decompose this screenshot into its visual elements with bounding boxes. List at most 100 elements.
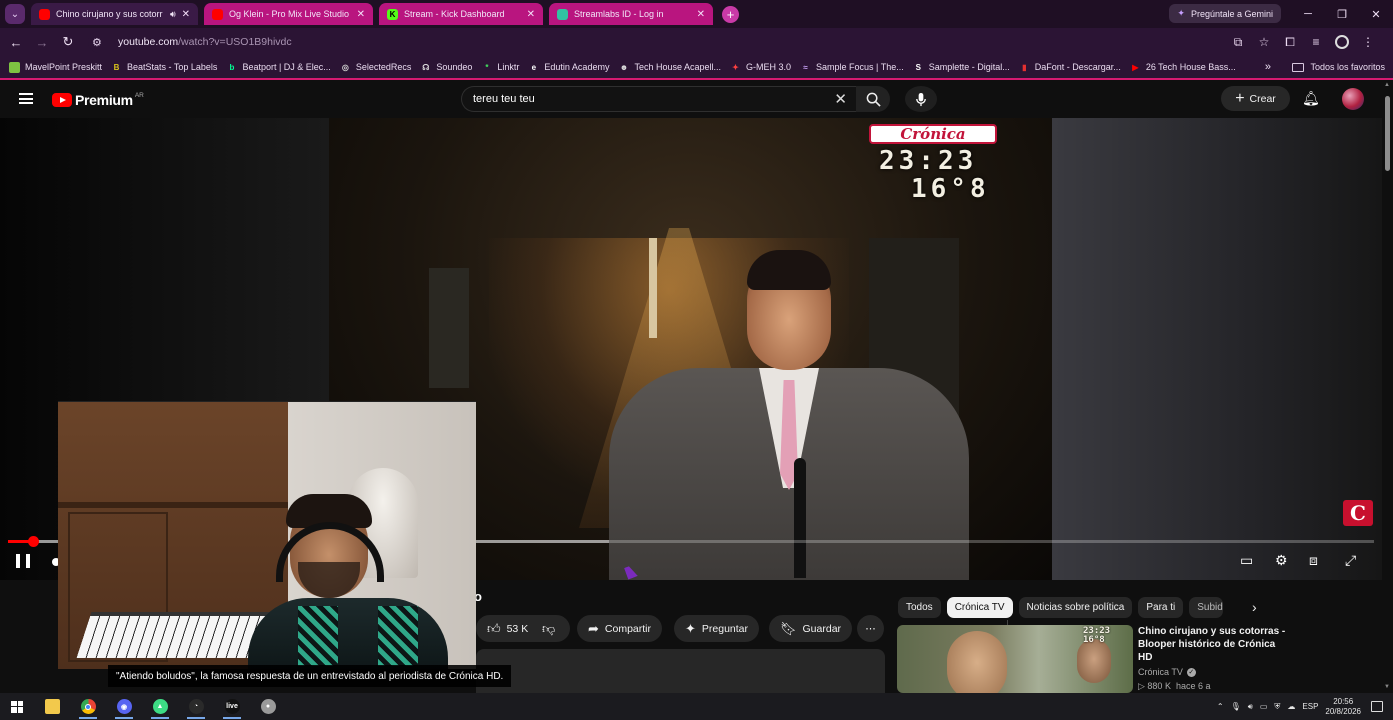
recommended-title[interactable]: Chino cirujano y sus cotorras - Blooper … [1138, 625, 1288, 664]
description-box[interactable] [476, 649, 885, 693]
ask-label: Preguntar [701, 622, 749, 635]
tab-search-menu-button[interactable]: ⌄ [5, 4, 25, 24]
user-avatar[interactable] [1342, 88, 1364, 110]
save-button[interactable]: 🔖︎ Guardar [769, 615, 853, 642]
thumbs-up-icon[interactable]: 👍︎ [487, 621, 501, 637]
bookmark-star-icon[interactable]: ☆ [1251, 35, 1277, 49]
address-bar[interactable]: ⚙ youtube.com/watch?v=USO1B9hivdc [88, 31, 1268, 53]
tab-close-icon[interactable]: ✕ [182, 9, 190, 20]
install-app-icon[interactable]: ⧉ [1225, 35, 1251, 50]
fullscreen-icon[interactable]: ⤢ [1345, 552, 1356, 569]
microphone-tray-icon[interactable]: 🎙︎ [1231, 702, 1241, 711]
recommended-video[interactable]: 23:23 16°8 Chino cirujano y sus cotorras … [897, 625, 1297, 693]
bookmark-item[interactable]: MavelPoint Preskitt [9, 61, 102, 73]
notifications-icon[interactable] [1371, 701, 1383, 712]
browser-tab[interactable]: K Stream - Kick Dashboard ✕ [379, 3, 543, 25]
voice-search-button[interactable] [905, 86, 937, 112]
thumbs-down-icon[interactable]: 👎︎ [542, 621, 555, 637]
restore-icon[interactable]: ❐ [1325, 0, 1359, 28]
tab-close-icon[interactable]: ✕ [527, 9, 535, 20]
taskbar-app-file-explorer[interactable] [34, 693, 70, 720]
taskbar-clock[interactable]: 20:56 20/8/2026 [1325, 697, 1361, 717]
progress-scrubber[interactable] [27, 536, 39, 547]
browser-tab[interactable]: Streamlabs ID - Log in ✕ [549, 3, 713, 25]
bookmark-item[interactable]: B BeatStats - Top Labels [111, 62, 218, 73]
taskbar-app-obs[interactable]: ◔ [178, 693, 214, 720]
taskbar-app-android-studio[interactable]: ▲ [142, 693, 178, 720]
ask-gemini-button[interactable]: ✦ Pregúntale a Gemini [1169, 4, 1281, 23]
filter-chip[interactable]: Subid [1189, 596, 1224, 618]
channel-watermark-icon[interactable]: C [1343, 500, 1373, 526]
recommended-channel[interactable]: Crónica TV ✓ [1138, 667, 1196, 677]
tray-chevron-icon[interactable]: ⌃ [1217, 702, 1224, 711]
bookmark-item[interactable]: S Samplette - Digital... [913, 62, 1010, 73]
browser-menu-icon[interactable]: ⋮ [1355, 35, 1381, 49]
filter-chip[interactable]: Todos [898, 596, 941, 618]
extensions-icon[interactable]: ⧠ [1277, 35, 1303, 50]
taskbar-app-discord[interactable]: ◉ [106, 693, 142, 720]
taskbar-app-app-7[interactable]: ● [250, 693, 286, 720]
bookmark-favicon-icon: ▶ [1132, 62, 1139, 72]
clear-search-icon[interactable]: ✕ [834, 90, 847, 108]
volume-icon[interactable]: 🔊︎ [1248, 702, 1253, 712]
bookmark-item[interactable]: ☊ Soundeo [420, 62, 472, 73]
minimize-icon[interactable]: ─ [1291, 0, 1325, 28]
bookmark-item[interactable]: ≈ Sample Focus | The... [800, 62, 903, 73]
page-scrollbar[interactable]: ▲ ▼ [1382, 80, 1393, 693]
share-button[interactable]: ➦ Compartir [577, 615, 662, 642]
search-button[interactable] [856, 86, 890, 112]
all-bookmarks-button[interactable]: Todos los favoritos [1292, 62, 1385, 72]
media-controls-icon[interactable]: ≡ [1303, 35, 1329, 49]
language-indicator[interactable]: ESP [1302, 702, 1318, 711]
bookmark-item[interactable]: * Linktr [481, 62, 519, 73]
browser-tab[interactable]: Chino cirujano y sus cotorr 🔊︎ ✕ [31, 3, 198, 25]
notifications-bell-icon[interactable]: 🔔︎ [1302, 90, 1320, 107]
settings-gear-icon[interactable]: ⚙ [1275, 552, 1288, 569]
scrollbar-thumb[interactable] [1385, 96, 1390, 171]
tab-close-icon[interactable]: ✕ [697, 9, 705, 20]
taskbar-app-ableton[interactable]: live [214, 693, 250, 720]
more-actions-button[interactable]: ⋯ [857, 615, 884, 642]
create-button[interactable]: + Crear [1221, 86, 1290, 111]
tab-close-icon[interactable]: ✕ [357, 9, 365, 20]
subtitles-icon[interactable]: ▭ [1240, 552, 1253, 569]
filter-chip[interactable]: Para ti [1138, 596, 1184, 618]
youtube-header: Premium AR tereu teu teu ✕ + Crear 🔔︎ [0, 80, 1393, 118]
bookmark-item[interactable]: ☻ Tech House Acapell... [618, 62, 721, 73]
new-tab-button[interactable]: + [722, 5, 739, 23]
chevron-right-icon[interactable]: › [1252, 599, 1257, 615]
network-icon[interactable]: ▭ [1260, 702, 1268, 711]
back-arrow-icon[interactable]: ← [3, 29, 29, 55]
recommended-thumbnail[interactable]: 23:23 16°8 [897, 625, 1133, 693]
bookmark-item[interactable]: e Edutin Academy [528, 62, 610, 73]
search-input[interactable]: tereu teu teu ✕ [461, 86, 857, 112]
like-count[interactable]: 53 K [507, 623, 529, 635]
taskbar-app-chrome[interactable] [70, 693, 106, 720]
reload-icon[interactable]: ↻ [55, 29, 81, 55]
scroll-up-arrow-icon[interactable]: ▲ [1384, 82, 1390, 88]
address-url[interactable]: youtube.com/watch?v=USO1B9hivdc [118, 36, 292, 48]
scroll-down-arrow-icon[interactable]: ▼ [1384, 684, 1390, 690]
bookmark-item[interactable]: ◎ SelectedRecs [340, 62, 412, 73]
cloud-icon[interactable]: ☁ [1287, 702, 1295, 711]
hamburger-menu-icon[interactable] [19, 93, 33, 104]
security-icon[interactable]: ⛨ [1274, 702, 1280, 712]
more-bookmarks-icon[interactable]: » [1265, 61, 1271, 73]
filter-chip[interactable]: Noticias sobre política [1018, 596, 1133, 618]
filter-chip[interactable]: Crónica TV [946, 596, 1013, 618]
close-window-icon[interactable]: ✕ [1359, 0, 1393, 28]
bookmark-item[interactable]: ▮ DaFont - Descargar... [1019, 62, 1121, 73]
theater-mode-icon[interactable]: ⧈ [1309, 552, 1318, 569]
profile-icon[interactable] [1329, 35, 1355, 49]
forward-arrow-icon[interactable]: → [29, 29, 55, 55]
bookmark-item[interactable]: ▶ 26 Tech House Bass... [1130, 62, 1235, 73]
bookmark-item[interactable]: b Beatport | DJ & Elec... [226, 62, 330, 73]
browser-tab[interactable]: Og Klein - Pro Mix Live Studio | ✕ [204, 3, 373, 25]
bookmark-item[interactable]: ✦ G-MEH 3.0 [730, 62, 791, 73]
youtube-logo[interactable]: Premium AR [52, 92, 144, 108]
pause-icon[interactable] [16, 554, 30, 568]
ask-button[interactable]: ✦ Preguntar [674, 615, 760, 642]
tab-audio-icon[interactable]: 🔊︎ [170, 9, 176, 20]
start-button[interactable] [0, 700, 34, 713]
site-info-icon[interactable]: ⚙ [92, 36, 110, 49]
